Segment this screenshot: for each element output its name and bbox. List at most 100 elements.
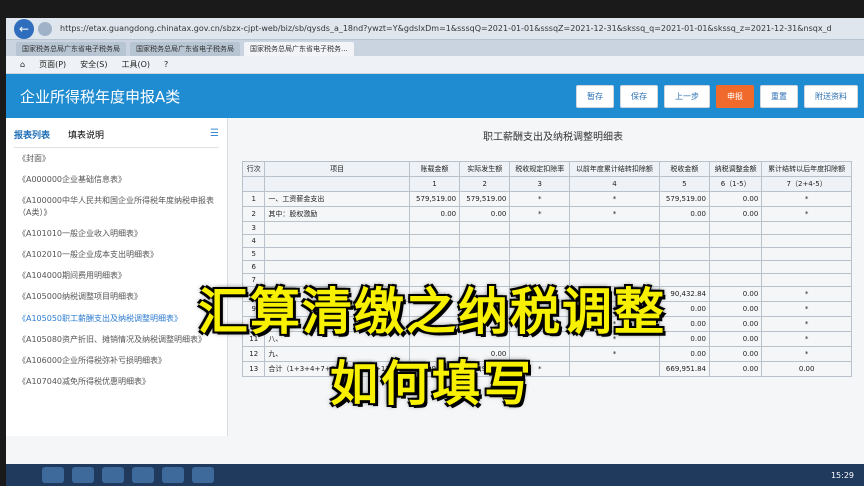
table-cell[interactable] (569, 234, 660, 248)
table-cell[interactable]: 0.00 (709, 191, 763, 207)
column-header: 累计结转以后年度扣除额 (761, 161, 852, 177)
table-cell[interactable] (658, 221, 711, 235)
menu-tools[interactable]: 工具(O) (121, 59, 150, 70)
column-header: 实际发生额 (459, 161, 511, 177)
table-cell[interactable] (569, 247, 660, 261)
browser-tab[interactable]: 国家税务总局广东省电子税务局 (16, 42, 126, 56)
tab-instructions[interactable]: 填表说明 (68, 128, 104, 141)
menu-page[interactable]: 页面(P) (39, 59, 66, 70)
table-cell[interactable] (408, 221, 461, 235)
taskbar-app-icon[interactable] (192, 467, 214, 483)
column-number (241, 176, 266, 192)
taskbar-clock: 15:29 (830, 470, 854, 480)
table-row: 2 其中：股权激励 0.00 0.00 * * 0.00 0.00 * (241, 206, 852, 222)
column-number: 2 (459, 176, 511, 192)
table-cell[interactable] (709, 247, 763, 261)
taskbar-app-icon[interactable] (42, 467, 64, 483)
table-cell[interactable]: 0.00 (408, 206, 461, 222)
column-header: 税收金额 (658, 161, 711, 177)
column-number: 4 (569, 176, 660, 192)
table-cell[interactable] (761, 247, 852, 261)
table-cell[interactable] (459, 221, 511, 235)
table-cell[interactable]: * (569, 206, 660, 222)
column-header: 账载金额 (408, 161, 461, 177)
sidebar-report-item[interactable]: 《A000000企业基础信息表》 (14, 169, 219, 190)
column-header: 纳税调整金额 (709, 161, 763, 177)
table-cell[interactable] (509, 247, 571, 261)
table-cell (264, 247, 410, 261)
table-cell[interactable]: * (509, 206, 571, 222)
column-number (264, 176, 410, 192)
table-cell[interactable]: 579,519.00 (459, 191, 511, 207)
table-cell[interactable]: 0.00 (658, 206, 711, 222)
attachments-button[interactable]: 附送资料 (804, 84, 858, 108)
column-header: 税收规定扣除率 (509, 161, 571, 177)
taskbar-app-icon[interactable] (102, 467, 124, 483)
table-cell: 一、工资薪金支出 (264, 191, 410, 207)
table-cell[interactable] (761, 234, 852, 248)
table-cell[interactable] (459, 234, 511, 248)
app-header: 企业所得税年度申报A类 暂存 保存 上一步 申报 重置 附送资料 (6, 74, 864, 118)
table-cell[interactable]: 579,519.00 (658, 191, 711, 207)
table-cell (264, 221, 410, 235)
browser-tabs: 国家税务总局广东省电子税务局 国家税务总局广东省电子税务局 国家税务总局广东省电… (6, 40, 864, 56)
screen: ← https://etax.guangdong.chinatax.gov.cn… (6, 18, 864, 486)
save-button[interactable]: 保存 (620, 84, 658, 108)
table-cell[interactable] (658, 234, 711, 248)
reset-button[interactable]: 重置 (760, 84, 798, 108)
column-header: 以前年度累计结转扣除额 (569, 161, 660, 177)
taskbar-app-icon[interactable] (72, 467, 94, 483)
table-cell[interactable] (509, 234, 571, 248)
table-cell: 其中：股权激励 (264, 206, 410, 222)
page-title: 企业所得税年度申报A类 (20, 87, 181, 106)
column-number: 1 (408, 176, 461, 192)
table-cell: 5 (241, 247, 266, 261)
table-row: 4 (241, 234, 852, 248)
table-cell[interactable] (569, 221, 660, 235)
menu-help[interactable]: ? (164, 60, 168, 69)
table-cell[interactable]: 579,519.00 (408, 191, 461, 207)
tab-report-list[interactable]: 报表列表 (14, 128, 50, 141)
table-cell[interactable] (408, 234, 461, 248)
table-row: 5 (241, 247, 852, 261)
browser-tab-active[interactable]: 国家税务总局广东省电子税务... (244, 42, 354, 56)
sheet-title: 职工薪酬支出及纳税调整明细表 (483, 132, 623, 143)
column-number: 6（1-5） (709, 176, 763, 192)
taskbar-app-icon[interactable] (132, 467, 154, 483)
table-cell[interactable]: * (761, 206, 852, 222)
menu-security[interactable]: 安全(S) (80, 59, 107, 70)
taskbar: 15:29 (6, 464, 864, 486)
home-icon[interactable]: ⌂ (20, 60, 25, 69)
table-row: 1 一、工资薪金支出 579,519.00 579,519.00 * * 579,519.0… (241, 191, 852, 207)
save-draft-button[interactable]: 暂存 (576, 84, 614, 108)
url-field[interactable]: https://etax.guangdong.chinatax.gov.cn/s… (60, 24, 840, 33)
forward-button[interactable] (38, 21, 52, 36)
sidebar-report-item[interactable]: 《封面》 (14, 148, 219, 169)
layers-icon[interactable]: ☰ (210, 128, 219, 141)
sidebar-report-item[interactable]: 《A102010一般企业成本支出明细表》 (14, 244, 219, 265)
table-cell[interactable]: * (761, 191, 852, 207)
table-cell[interactable] (709, 221, 763, 235)
table-cell[interactable]: * (509, 191, 571, 207)
column-header: 项目 (264, 161, 410, 177)
table-cell[interactable]: 0.00 (459, 206, 511, 222)
table-cell[interactable] (658, 247, 711, 261)
table-cell[interactable] (509, 221, 571, 235)
taskbar-app-icon[interactable] (162, 467, 184, 483)
address-bar: ← https://etax.guangdong.chinatax.gov.cn… (6, 18, 864, 40)
table-cell[interactable]: 0.00 (709, 206, 763, 222)
caption-line-2: 如何填写 (329, 356, 534, 412)
submit-button[interactable]: 申报 (716, 84, 754, 108)
table-cell[interactable] (408, 247, 461, 261)
browser-tab[interactable]: 国家税务总局广东省电子税务局 (130, 42, 240, 56)
table-cell (264, 234, 410, 248)
column-number: 7（2+4-5） (761, 176, 852, 192)
table-cell[interactable] (761, 221, 852, 235)
sidebar-report-item[interactable]: 《A101010一般企业收入明细表》 (14, 223, 219, 244)
back-button[interactable]: ← (14, 18, 34, 39)
table-cell[interactable] (709, 234, 763, 248)
table-cell[interactable]: * (569, 191, 660, 207)
table-cell[interactable] (459, 247, 511, 261)
sidebar-report-item[interactable]: 《A100000中华人民共和国企业所得税年度纳税申报表（A类）》 (14, 190, 219, 222)
prev-step-button[interactable]: 上一步 (664, 84, 710, 108)
